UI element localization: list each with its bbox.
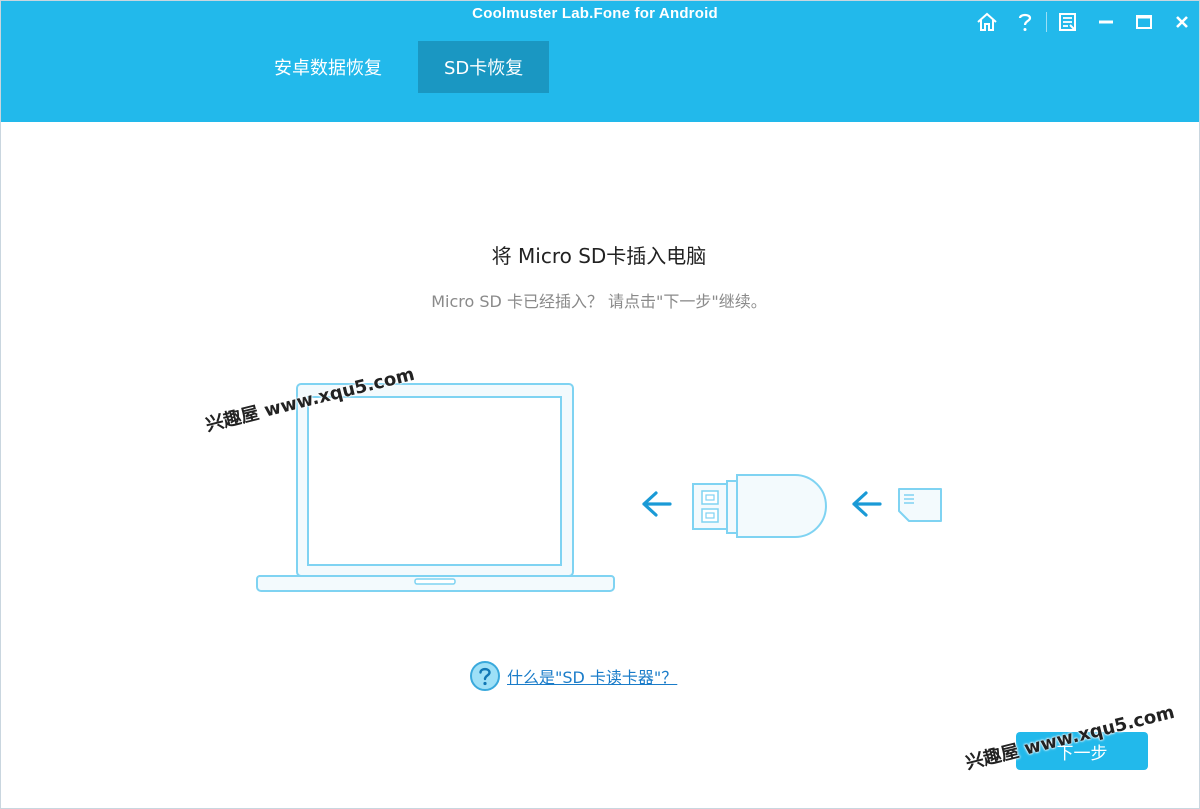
laptop-icon — [256, 383, 615, 592]
question-circle-icon[interactable] — [469, 660, 501, 692]
left-arrow-icon — [642, 491, 672, 517]
left-arrow-icon — [852, 491, 882, 517]
app-window: Coolmuster Lab.Fone for Android 安卓数据恢复 S… — [0, 0, 1200, 809]
sd-card-icon — [898, 488, 942, 522]
sd-reader-help: 什么是"SD 卡读卡器"？ — [469, 660, 677, 692]
what-is-sd-reader-link[interactable]: 什么是"SD 卡读卡器"？ — [507, 664, 677, 688]
card-reader-icon — [692, 474, 827, 538]
